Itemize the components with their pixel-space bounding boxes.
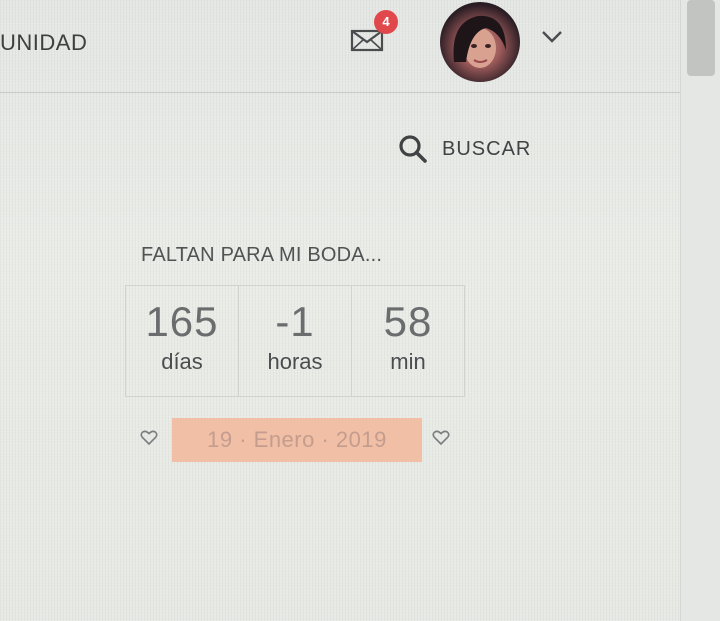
- countdown-hours-unit: horas: [267, 349, 323, 374]
- countdown-minutes: 58 min: [352, 286, 464, 396]
- scrollbar-thumb[interactable]: [687, 0, 715, 76]
- countdown-days-value: 165: [145, 298, 219, 345]
- countdown-days: 165 días: [126, 286, 239, 396]
- user-avatar-icon: [453, 15, 506, 68]
- search-icon: [399, 135, 427, 163]
- page: UNIDAD 4 BUSCAR FALTAN PARA MI BODA... 1…: [0, 0, 720, 621]
- heart-icon: [140, 430, 158, 446]
- wedding-date: 19 · Enero · 2019: [172, 418, 422, 462]
- top-header: UNIDAD 4: [0, 0, 680, 93]
- countdown-days-unit: días: [161, 349, 203, 374]
- countdown-minutes-value: 58: [383, 298, 433, 345]
- heart-icon: [432, 430, 450, 446]
- vertical-scrollbar[interactable]: [680, 0, 720, 621]
- search-button[interactable]: BUSCAR: [398, 134, 531, 164]
- search-label: BUSCAR: [442, 137, 532, 160]
- countdown-hours-value: -1: [275, 298, 315, 345]
- countdown-panel: 165 días -1 horas 58 min: [125, 285, 465, 397]
- wedding-date-row: 19 · Enero · 2019: [140, 418, 470, 462]
- notification-badge[interactable]: 4: [374, 10, 398, 34]
- chevron-down-icon[interactable]: [541, 29, 563, 45]
- avatar[interactable]: [440, 2, 520, 82]
- nav-link-comunidad[interactable]: UNIDAD: [0, 30, 87, 56]
- countdown-title: FALTAN PARA MI BODA...: [141, 244, 383, 266]
- countdown-minutes-unit: min: [390, 349, 426, 374]
- countdown-hours: -1 horas: [239, 286, 352, 396]
